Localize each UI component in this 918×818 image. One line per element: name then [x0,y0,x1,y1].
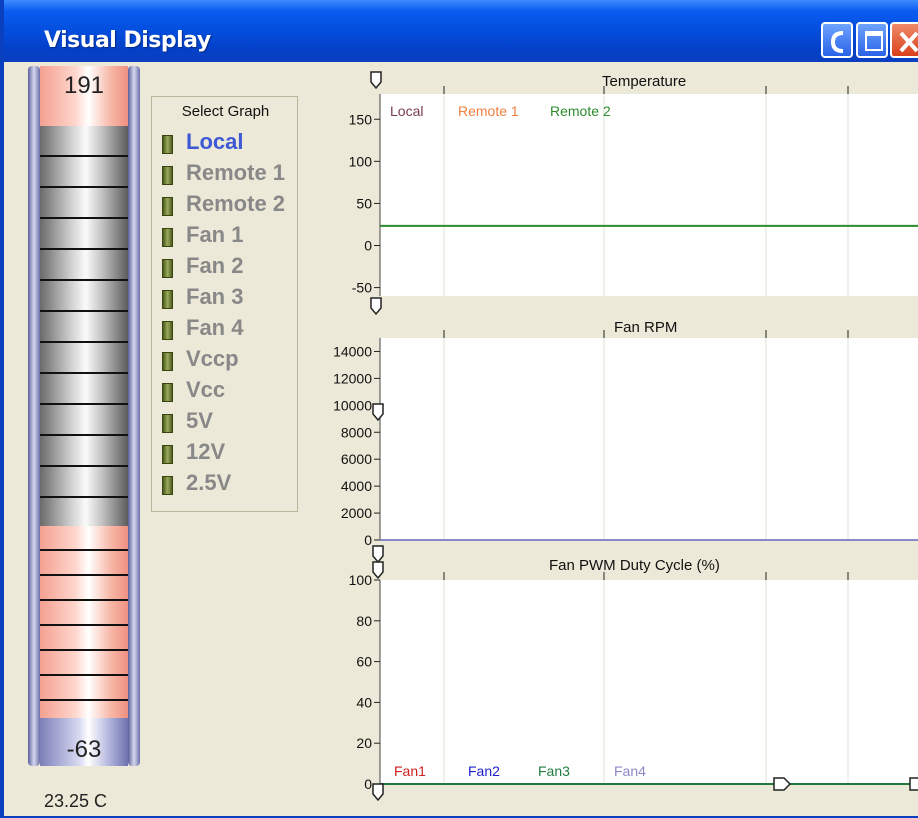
select-graph-item[interactable]: Local [162,129,296,160]
select-graph-item[interactable]: Fan 3 [162,284,296,315]
y-tick-label: 6000 [341,451,372,467]
legend-label: Remote 1 [458,103,519,119]
select-graph-item[interactable]: Vcc [162,377,296,408]
chart-title: Temperature [602,73,686,90]
close-icon [899,31,918,53]
led-indicator-icon [162,228,173,247]
y-tick-label: 0 [364,238,372,254]
select-graph-item-label: Fan 2 [186,253,244,278]
select-graph-item-label: Fan 3 [186,284,244,309]
thermometer-tube: 191 -63 [40,66,128,766]
thermometer-min-value: -63 [66,736,102,763]
window-title: Visual Display [44,28,211,53]
select-graph-item-label: Vcc [186,377,226,402]
pwm-min-marker-icon[interactable] [372,783,384,802]
pwm-max-marker-icon[interactable] [372,561,384,580]
legend-label: Fan4 [614,763,646,779]
legend-label: Local [390,103,423,119]
y-tick-label: 14000 [333,343,372,359]
y-tick-label: 12000 [333,370,372,386]
legend-label: Fan2 [468,763,500,779]
y-tick-label: 0 [364,776,372,792]
select-graph-item[interactable]: Remote 2 [162,191,296,222]
thermometer-fill [40,526,128,718]
legend-label: Remote 2 [550,103,611,119]
select-graph-item[interactable]: 2.5V [162,470,296,501]
y-tick-label: 100 [349,153,373,169]
maximize-icon [865,31,883,51]
led-indicator-icon [162,135,173,154]
led-indicator-icon [162,383,173,402]
select-graph-title: Select Graph [181,103,270,120]
plot-area [380,580,918,784]
close-button[interactable] [890,22,918,58]
thermometer-rail-right [128,66,140,766]
thermometer-rail-left [28,66,40,766]
legend-label: Fan1 [394,763,426,779]
rpm-zero-marker-icon[interactable] [372,545,384,564]
select-graph-item-label: 12V [186,439,226,464]
legend-label: Fan3 [538,763,570,779]
y-tick-label: 60 [356,654,372,670]
select-graph-item[interactable]: Fan 2 [162,253,296,284]
temperature-min-marker-icon[interactable] [370,297,382,316]
thermometer-scale-cold [40,126,128,526]
select-graph-item[interactable]: Fan 1 [162,222,296,253]
help-icon [830,31,844,53]
y-tick-label: 50 [356,195,372,211]
select-graph-item-label: 2.5V [186,470,232,495]
y-tick-label: -50 [352,280,372,296]
y-tick-label: 150 [349,111,373,127]
led-indicator-icon [162,197,173,216]
select-graph-item[interactable]: 12V [162,439,296,470]
y-tick-label: 10000 [333,397,372,413]
led-indicator-icon [162,290,173,309]
select-graph-item-label: Remote 1 [186,160,286,185]
thermometer-max-value: 191 [63,72,105,99]
select-graph-item[interactable]: Remote 1 [162,160,296,191]
y-tick-label: 8000 [341,424,372,440]
chart-title: Fan PWM Duty Cycle (%) [549,557,720,574]
y-tick-label: 40 [356,694,372,710]
led-indicator-icon [162,321,173,340]
select-graph-item-label: Fan 1 [186,222,244,247]
plot-area [380,94,918,296]
maximize-button[interactable] [856,22,888,58]
chart-title: Fan RPM [614,319,677,336]
y-tick-label: 100 [349,572,373,588]
y-tick-label: 80 [356,613,372,629]
title-bar[interactable]: Visual Display [4,0,918,62]
select-graph-item-label: Vccp [186,346,239,371]
temperature-readout: 23.25 C [44,791,108,811]
y-tick-label: 0 [364,532,372,548]
led-indicator-icon [162,352,173,371]
y-tick-label: 4000 [341,478,372,494]
select-graph-item[interactable]: Fan 4 [162,315,296,346]
led-indicator-icon [162,414,173,433]
help-button[interactable] [821,22,853,58]
select-graph-item[interactable]: 5V [162,408,296,439]
temperature-max-marker-icon[interactable] [370,71,382,90]
pwm-end-marker-icon[interactable] [909,777,918,791]
select-graph-panel: Select Graph Local Remote 1 Remote 2 Fan 1 F… [151,96,298,512]
led-indicator-icon [162,166,173,185]
select-graph-item-label: Local [186,129,244,154]
charts-area: 150 100 50 0 -50 Temperature Local Remote 1 Remo… [333,71,918,802]
select-graph-item[interactable]: Vccp [162,346,296,377]
y-tick-label: 20 [356,735,372,751]
led-indicator-icon [162,476,173,495]
led-indicator-icon [162,445,173,464]
select-graph-item-label: 5V [186,408,213,433]
y-tick-label: 2000 [341,505,372,521]
select-graph-item-label: Fan 4 [186,315,244,340]
visual-display-window: Visual Display 191 -63 23.25 C Select Gr… [0,0,918,818]
select-graph-item-label: Remote 2 [186,191,286,216]
led-indicator-icon [162,259,173,278]
plot-area [380,338,918,540]
thermometer: 191 -63 [28,66,140,768]
